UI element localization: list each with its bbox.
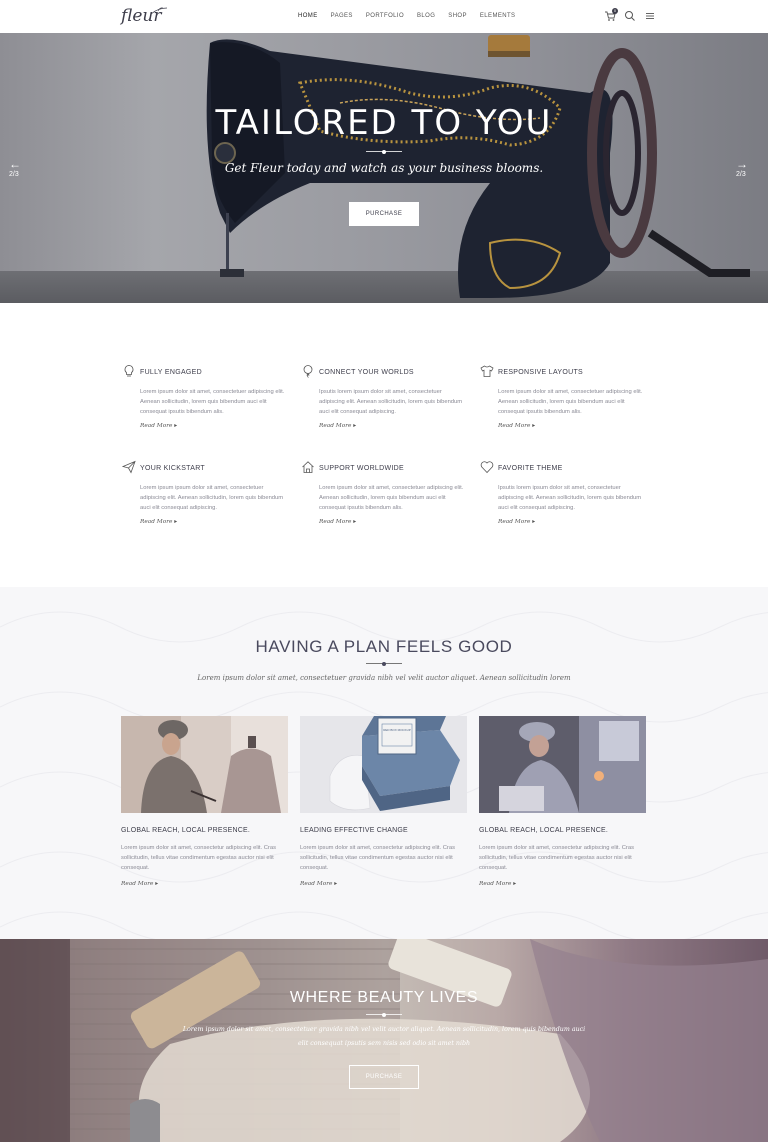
card-text: Lorem ipsum dolor sit amet, consectetur … — [300, 845, 455, 871]
nav-elements[interactable]: ELEMENTS — [480, 13, 516, 19]
nav-pages[interactable]: PAGES — [331, 13, 353, 19]
header-icons: 0 — [604, 8, 656, 21]
card-text: Lorem ipsum dolor sit amet, consectetur … — [479, 845, 634, 871]
logo-sprig-icon — [150, 7, 168, 15]
balloon-icon — [303, 365, 313, 378]
hero-subtitle: Get Fleur today and watch as your busine… — [224, 161, 544, 175]
plan-subtitle: Lorem ipsum dolor sit amet, consectetuer… — [197, 674, 571, 682]
plan-section: HAVING A PLAN FEELS GOOD Lorem ipsum dol… — [0, 587, 768, 939]
hero-purchase-button[interactable]: PURCHASE — [349, 202, 419, 226]
feature-title: FULLY ENGAGED — [140, 369, 202, 376]
read-more-link[interactable]: Read More ▸ — [300, 881, 337, 887]
read-more-link[interactable]: Read More ▸ — [140, 519, 177, 525]
feature-title: FAVORITE THEME — [498, 465, 563, 472]
feature-title: RESPONSIVE LAYOUTS — [498, 369, 584, 376]
card-title: GLOBAL REACH, LOCAL PRESENCE. — [121, 827, 250, 834]
nav-blog[interactable]: BLOG — [417, 13, 435, 19]
cart-count-badge: 0 — [612, 8, 618, 14]
slider-prev-arrow-icon[interactable]: ← — [9, 157, 21, 171]
read-more-link[interactable]: Read More ▸ — [121, 881, 158, 887]
beauty-title: WHERE BEAUTY LIVES — [289, 989, 479, 1006]
feature-title: CONNECT YOUR WORLDS — [319, 369, 414, 376]
card-image[interactable] — [121, 716, 288, 813]
read-more-link[interactable]: Read More ▸ — [498, 519, 535, 525]
feature-title: SUPPORT WORLDWIDE — [319, 465, 404, 472]
feature-text: Ipsutis lorem ipsum dolor sit amet, cons… — [498, 485, 642, 511]
feature-title: YOUR KICKSTART — [140, 465, 206, 472]
feature-text: Ipsutis lorem ipsum dolor sit amet, cons… — [319, 389, 463, 415]
beauty-divider — [366, 1012, 402, 1017]
feature-text: Lorem ipsum dolor sit amet, consectetuer… — [498, 389, 643, 415]
card-image[interactable]: RED BOX MOCKUP — [300, 716, 467, 813]
feature-text: Lorem ipsum dolor sit amet, consectetuer… — [319, 485, 464, 511]
paper-plane-icon — [122, 460, 136, 474]
plan-title: HAVING A PLAN FEELS GOOD — [255, 637, 513, 656]
site-header: fleur HOME PAGES PORTFOLIO BLOG SHOP ELE… — [0, 0, 768, 33]
box-mockup-label: RED BOX MOCKUP — [383, 728, 411, 732]
hamburger-icon — [646, 13, 654, 19]
heart-icon — [480, 461, 494, 474]
read-more-link[interactable]: Read More ▸ — [498, 423, 535, 429]
search-icon — [625, 11, 635, 21]
beauty-section: WHERE BEAUTY LIVES Lorem ipsum dolor sit… — [0, 939, 768, 1142]
nav-home[interactable]: HOME — [298, 13, 318, 19]
lightbulb-icon — [124, 365, 134, 377]
hero-divider — [366, 149, 402, 154]
slider-next-arrow-icon[interactable]: → — [736, 157, 748, 171]
card-text: Lorem ipsum dolor sit amet, consectetur … — [121, 845, 276, 871]
hero-title: TAILORED TO YOU — [215, 103, 553, 143]
nav-shop[interactable]: SHOP — [448, 13, 467, 19]
menu-button[interactable] — [644, 9, 656, 21]
cart-button[interactable]: 0 — [604, 8, 618, 21]
read-more-link[interactable]: Read More ▸ — [140, 423, 177, 429]
plan-card: GLOBAL REACH, LOCAL PRESENCE. Lorem ipsu… — [479, 716, 646, 887]
card-image[interactable] — [479, 716, 646, 813]
nav-portfolio[interactable]: PORTFOLIO — [366, 13, 404, 19]
house-icon — [302, 461, 314, 473]
plan-card: RED BOX MOCKUP LEADING EFFECTIVE CHANGE … — [300, 716, 467, 887]
feature-text: Lorem ipsum ipsum dolor sit amet, consec… — [140, 485, 284, 511]
sewing-photo — [479, 716, 646, 813]
slider-counter-right: 2/3 — [736, 171, 746, 178]
read-more-link[interactable]: Read More ▸ — [319, 519, 356, 525]
hero-slider: TAILORED TO YOU Get Fleur today and watc… — [0, 33, 768, 303]
main-nav: HOME PAGES PORTFOLIO BLOG SHOP ELEMENTS — [298, 13, 528, 19]
card-title: LEADING EFFECTIVE CHANGE — [300, 827, 408, 834]
plan-divider — [366, 661, 402, 666]
card-title: GLOBAL REACH, LOCAL PRESENCE. — [479, 827, 608, 834]
feature-text: Lorem ipsum dolor sit amet, consectetuer… — [140, 389, 285, 415]
search-button[interactable] — [624, 9, 636, 21]
read-more-link[interactable]: Read More ▸ — [319, 423, 356, 429]
seamstress-photo — [121, 716, 288, 813]
slider-counter-left: 2/3 — [9, 171, 19, 178]
plan-card: GLOBAL REACH, LOCAL PRESENCE. Lorem ipsu… — [121, 716, 288, 887]
beauty-subtitle: Lorem ipsum dolor sit amet, consectetuer… — [182, 1026, 586, 1047]
shirt-icon — [480, 365, 494, 377]
read-more-link[interactable]: Read More ▸ — [479, 881, 516, 887]
beauty-purchase-button[interactable]: PURCHASE — [349, 1065, 419, 1089]
